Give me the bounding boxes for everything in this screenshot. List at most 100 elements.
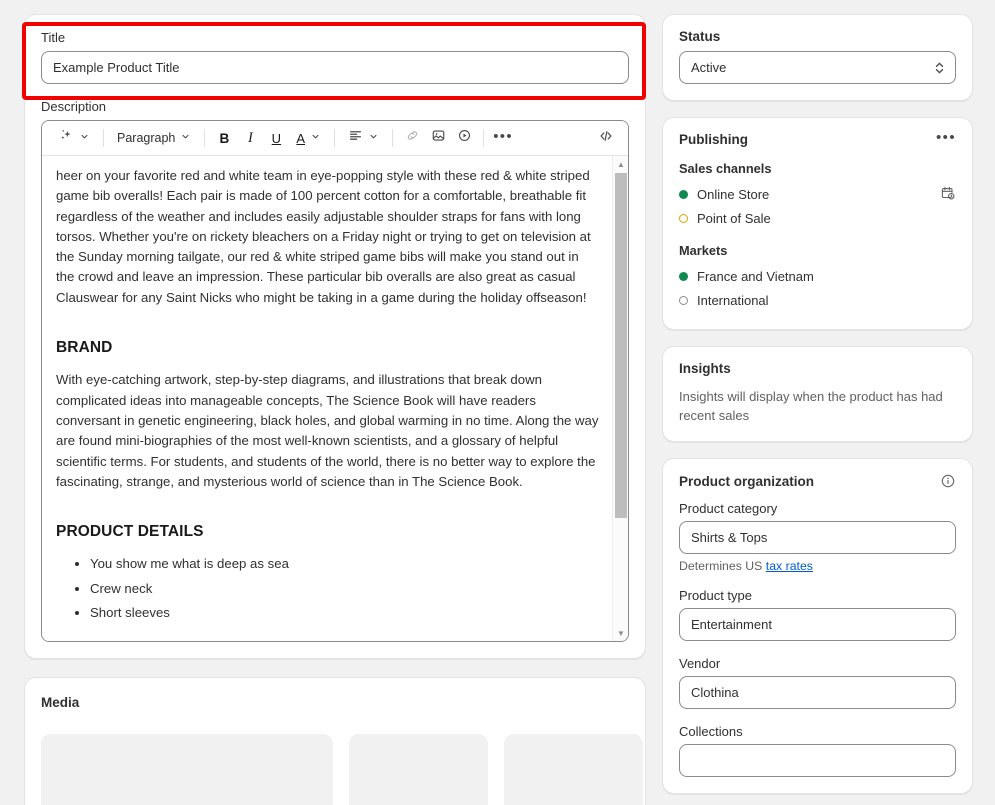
tax-rates-link[interactable]: tax rates [766, 559, 813, 573]
info-circle-icon[interactable] [940, 473, 956, 489]
publishing-more-options-button[interactable]: ••• [936, 130, 956, 147]
bold-icon: B [219, 130, 230, 146]
underline-icon: U [271, 130, 282, 146]
description-label: Description [41, 99, 107, 114]
toolbar-divider [334, 129, 336, 147]
sales-channel-point-of-sale[interactable]: Point of Sale [679, 207, 956, 229]
toolbar-divider [204, 129, 206, 147]
publishing-title: Publishing [679, 132, 748, 147]
collections-input[interactable] [679, 744, 956, 777]
paragraph-style-dropdown[interactable]: Paragraph [110, 125, 198, 151]
more-options-button[interactable]: ••• [490, 125, 516, 151]
scroll-up-arrow-icon[interactable]: ▲ [613, 156, 628, 172]
insert-image-button[interactable] [425, 125, 451, 151]
market-label: International [697, 292, 769, 308]
status-dot-inactive-icon [679, 295, 688, 305]
ai-assist-button[interactable] [52, 125, 97, 151]
align-left-icon [348, 128, 363, 148]
product-type-input[interactable] [679, 608, 956, 641]
insights-title: Insights [679, 361, 731, 376]
insert-video-button[interactable] [451, 125, 477, 151]
title-label: Title [41, 30, 66, 45]
toolbar-divider [103, 129, 104, 147]
italic-icon: I [247, 129, 253, 146]
editor-scrollbar[interactable]: ▲ ▼ [612, 156, 628, 641]
main-column: Title Description [24, 14, 646, 805]
calendar-clock-icon[interactable] [940, 185, 956, 204]
product-category-input[interactable] [679, 521, 956, 554]
market-france-and-vietnam[interactable]: France and Vietnam [679, 265, 956, 287]
toolbar-divider [392, 129, 394, 147]
shirt-illustration-icon [520, 800, 628, 805]
text-color-icon: A [296, 130, 306, 146]
bold-button[interactable]: B [211, 125, 237, 151]
media-main-image[interactable] [41, 734, 333, 805]
sales-channel-label: Point of Sale [697, 210, 771, 226]
sparkle-icon [59, 128, 74, 148]
code-icon [598, 128, 614, 149]
product-editor-page: Title Description [0, 0, 995, 805]
paragraph-style-label: Paragraph [117, 131, 176, 145]
publishing-header: Publishing ••• [679, 130, 956, 148]
editor-toolbar: Paragraph B I U A ••• [42, 121, 628, 156]
text-color-button[interactable]: A [289, 125, 328, 151]
media-card: Media [24, 677, 646, 805]
product-organization-card: Product organization Product category De… [662, 458, 973, 794]
description-paragraph-2: With eye-catching artwork, step-by-step … [56, 372, 599, 489]
scroll-down-arrow-icon[interactable]: ▼ [613, 625, 628, 641]
italic-button[interactable]: I [237, 125, 263, 151]
video-play-icon [457, 128, 472, 148]
chevron-down-icon [79, 129, 90, 147]
collections-label: Collections [679, 724, 743, 739]
sales-channel-label: Online Store [697, 186, 770, 202]
vendor-input[interactable] [679, 676, 956, 709]
ellipsis-icon: ••• [493, 127, 513, 145]
status-dot-warning-icon [679, 213, 688, 223]
description-details-list: You show me what is deep as sea Crew nec… [56, 554, 600, 623]
markets-label: Markets [679, 243, 728, 258]
status-select[interactable]: Active [679, 51, 956, 84]
market-label: France and Vietnam [697, 268, 814, 284]
product-category-label: Product category [679, 501, 778, 516]
side-column: Status Active Publishing ••• Sales chann… [662, 14, 973, 805]
image-icon [431, 128, 446, 148]
editor-scrollbar-thumb[interactable] [615, 173, 627, 518]
description-rich-text-editor: Paragraph B I U A ••• heer on your favor… [41, 120, 629, 642]
chevron-down-icon [180, 129, 191, 147]
underline-button[interactable]: U [263, 125, 289, 151]
chevron-down-icon [368, 129, 379, 147]
shirt-illustration-icon [365, 800, 473, 805]
vendor-label: Vendor [679, 656, 721, 671]
insights-message: Insights will display when the product h… [679, 389, 943, 423]
text-align-button[interactable] [341, 125, 386, 151]
link-icon [405, 128, 420, 148]
status-dot-active-icon [679, 189, 688, 199]
view-html-button[interactable] [593, 125, 619, 151]
list-item: Short sleeves [90, 603, 600, 623]
status-select-wrapper: Active [679, 51, 956, 84]
status-card: Status Active [662, 14, 973, 101]
sales-channel-online-store[interactable]: Online Store [679, 183, 956, 205]
editor-content[interactable]: heer on your favorite red and white team… [42, 156, 628, 641]
status-title: Status [679, 29, 721, 44]
description-heading-brand: BRAND [56, 339, 113, 357]
insert-link-button[interactable] [399, 125, 425, 151]
toolbar-divider [483, 129, 485, 147]
product-type-label: Product type [679, 588, 752, 603]
media-thumb-coral-shirt[interactable] [349, 734, 488, 805]
title-input[interactable] [41, 51, 629, 84]
status-dot-active-icon [679, 271, 688, 281]
helper-prefix: Determines US [679, 559, 766, 573]
market-international[interactable]: International [679, 289, 956, 311]
status-select-value: Active [691, 60, 727, 75]
editor-body[interactable]: heer on your favorite red and white team… [42, 156, 628, 641]
publishing-card: Publishing ••• Sales channels Online Sto… [662, 117, 973, 330]
media-grid [41, 734, 643, 805]
chevron-down-icon [310, 129, 321, 147]
product-organization-title: Product organization [679, 473, 814, 489]
sales-channels-label: Sales channels [679, 161, 772, 176]
media-title: Media [41, 695, 80, 710]
product-organization-header: Product organization [679, 473, 956, 489]
media-thumb-teal-shirt[interactable] [504, 734, 643, 805]
description-paragraph-1: heer on your favorite red and white team… [56, 168, 591, 305]
